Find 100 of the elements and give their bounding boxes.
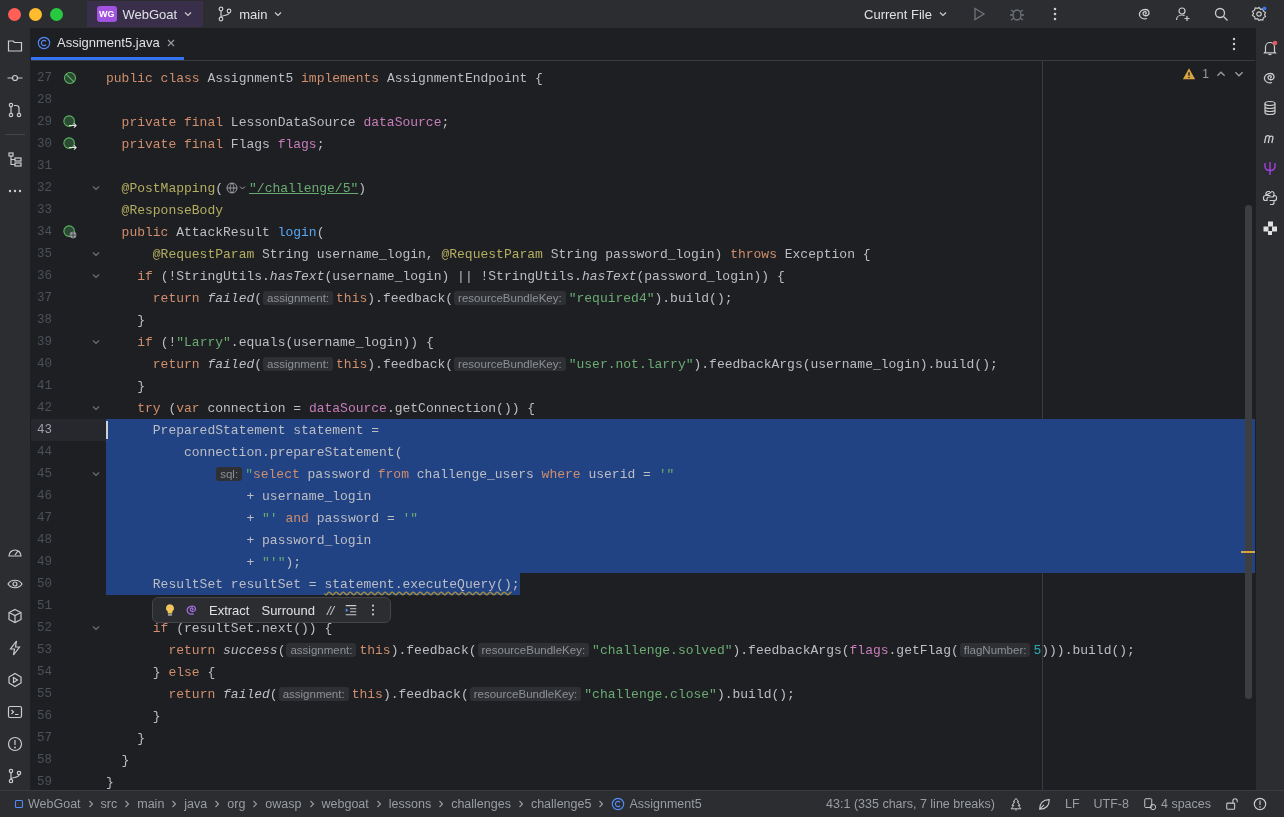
code-text: ResultSet resultSet = statement.executeQuery(); [152,576,520,592]
package-icon[interactable] [7,608,23,624]
add-user-icon[interactable] [1175,6,1191,22]
code-text: @PostMapping( [121,180,224,196]
close-window-button[interactable] [8,7,21,21]
bean-globe-icon[interactable] [63,225,77,239]
fold-chevron-icon[interactable] [91,271,101,281]
folder-icon[interactable] [7,38,23,54]
spiral-icon[interactable] [1262,70,1278,86]
python-icon[interactable] [1262,190,1278,206]
spiral-icon[interactable] [1137,6,1153,22]
bean-icon[interactable] [63,71,77,85]
code-text: @RequestParam String username_login, @RequestParam String password_login) throws Exception { [152,246,871,262]
database-icon[interactable] [1262,100,1278,116]
code-text: "challenge.close").build(); [584,686,795,702]
parameter-hint: assignment: [278,687,349,701]
indent-icon [1142,797,1157,811]
breadcrumb[interactable]: java [184,797,208,811]
git-branch-icon[interactable] [7,768,23,784]
comment-button[interactable]: // [324,602,337,618]
code-text: private final Flags flags; [121,136,325,152]
warning-count: 1 [1202,67,1209,81]
terminal-icon[interactable] [7,704,23,720]
parameter-hint: assignment: [263,291,334,305]
code-text: this).feedback( [359,642,477,658]
settings-icon[interactable] [1251,6,1267,22]
breadcrumb[interactable]: src [100,797,118,811]
tab-label[interactable]: Assignment5.java [57,35,160,50]
lightbulb-icon[interactable] [163,603,177,617]
fold-chevron-icon[interactable] [91,337,101,347]
fold-chevron-icon[interactable] [91,403,101,413]
structure-icon[interactable] [7,151,23,167]
fold-chevron-icon[interactable] [91,249,101,259]
code-text: PreparedStatement statement = [152,422,380,438]
run-icon[interactable] [971,6,987,22]
code-text: public AttackResult login( [121,224,325,240]
code-text: public class Assignment5 implements AssignmentEndpoint { [106,70,543,86]
parameter-hint: resourceBundleKey: [454,357,566,371]
code-text: return failed( [168,686,278,702]
code-text: this).feedback( [336,356,454,372]
branch-selector[interactable]: main [207,1,294,27]
code-text: } [137,378,146,394]
fold-chevron-icon[interactable] [91,469,101,479]
code-text: } [137,312,146,328]
breadcrumb[interactable]: lessons [388,797,432,811]
minimize-window-button[interactable] [29,7,42,21]
parameter-hint: resourceBundleKey: [469,687,582,701]
line-ending[interactable]: LF [1064,797,1080,811]
file-tab[interactable]: Assignment5.java [31,28,184,60]
fold-chevron-icon[interactable] [91,183,101,193]
parameter-hint: assignment: [286,643,357,657]
globe-dropdown-icon[interactable] [225,181,248,195]
breadcrumb[interactable]: main [137,797,165,811]
run-configuration-selector[interactable]: Current File [854,1,958,27]
code-text: return failed( [152,356,263,372]
project-selector[interactable]: WG WebGoat [87,1,204,27]
bug-icon[interactable] [1009,6,1025,22]
code-text: + username_login [246,488,372,504]
spiral-icon[interactable] [185,603,199,617]
lightning-icon[interactable] [7,640,23,656]
close-icon[interactable] [165,37,176,48]
leaf-icon[interactable] [1036,797,1051,811]
parameter-hint: resourceBundleKey: [454,291,566,305]
breadcrumb[interactable]: Assignment5 [611,797,702,811]
breadcrumb[interactable]: webgoat [321,797,369,811]
breadcrumb[interactable]: challenges [451,797,511,811]
puzzle-icon[interactable] [1262,220,1278,236]
problems-icon[interactable] [1253,797,1267,811]
scrollbar[interactable] [1245,205,1252,699]
cursor-position[interactable]: 43:1 (335 chars, 7 line breaks) [826,797,995,811]
breadcrumb[interactable]: WebGoat [14,797,81,811]
warning-icon[interactable] [1182,67,1197,81]
breadcrumb[interactable]: owasp [265,797,302,811]
trident-icon[interactable] [1262,160,1278,176]
chevron-down-icon [273,9,284,19]
fold-chevron-icon[interactable] [91,623,101,633]
file-encoding[interactable]: UTF-8 [1093,797,1129,811]
reformat-icon[interactable] [344,603,359,617]
breadcrumb[interactable]: challenge5 [530,797,592,811]
code-text: this).feedback( [351,686,469,702]
maximize-window-button[interactable] [50,7,63,21]
search-icon[interactable] [1213,6,1229,22]
code-text: if (resultSet.next()) { [152,620,333,636]
indent-setting[interactable]: 4 spaces [1142,797,1211,811]
code-text: this).feedback( [336,290,454,306]
class-icon [37,35,51,50]
code-text: "challenge.solved").feedbackArgs(flags.getFlag( [592,642,959,658]
popup-action[interactable]: Surround [259,602,317,618]
popup-action[interactable]: Extract [207,602,252,618]
parameter-hint: assignment: [263,357,334,371]
tree-icon[interactable] [1008,797,1023,811]
code-text: } [137,730,146,746]
lock-open-icon[interactable] [1225,797,1239,811]
chevron-down-icon [938,9,948,19]
notifications-icon[interactable] [1262,40,1278,56]
problems-icon[interactable] [7,736,23,752]
run-hexagon-icon[interactable] [7,672,23,688]
code-text: return failed( [152,290,263,306]
breadcrumb[interactable]: org [227,797,246,811]
pull-requests-icon[interactable] [7,102,23,118]
